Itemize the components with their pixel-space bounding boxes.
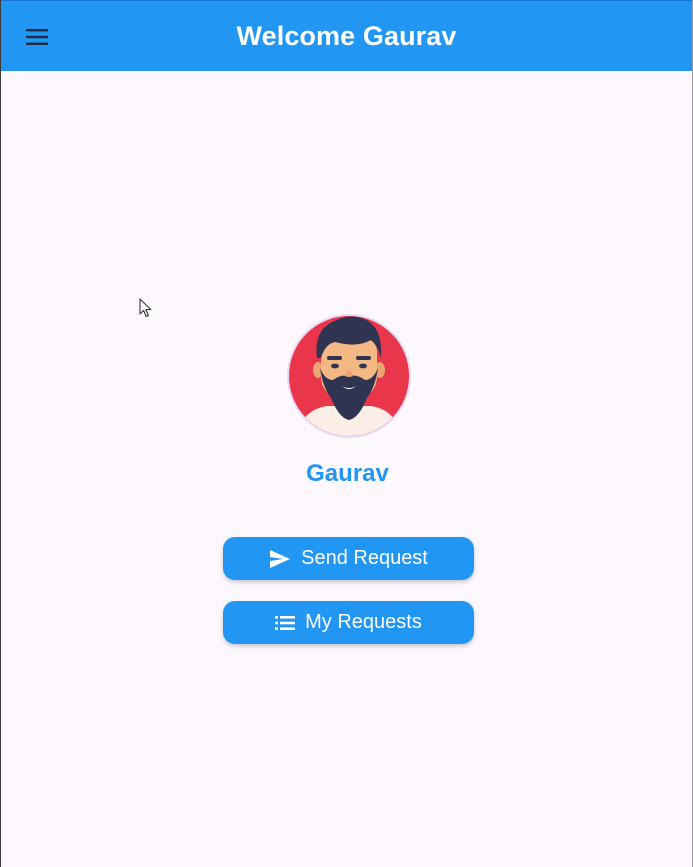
my-requests-label: My Requests <box>305 611 422 633</box>
user-name: Gaurav <box>306 460 389 487</box>
menu-button[interactable] <box>13 13 61 61</box>
page-title: Welcome Gaurav <box>236 20 457 51</box>
bearded-man-avatar-icon <box>289 316 409 436</box>
hamburger-menu-icon <box>26 29 48 45</box>
my-requests-button[interactable]: My Requests <box>223 601 474 644</box>
mouse-cursor-icon <box>139 298 152 318</box>
send-request-button[interactable]: Send Request <box>223 537 474 580</box>
avatar <box>287 314 411 438</box>
list-icon <box>275 615 296 630</box>
app-window: Welcome Gaurav Gaurav Send Request My Re… <box>0 0 693 867</box>
app-bar: Welcome Gaurav <box>1 0 692 71</box>
send-request-label: Send Request <box>301 547 428 569</box>
send-icon <box>269 549 291 569</box>
